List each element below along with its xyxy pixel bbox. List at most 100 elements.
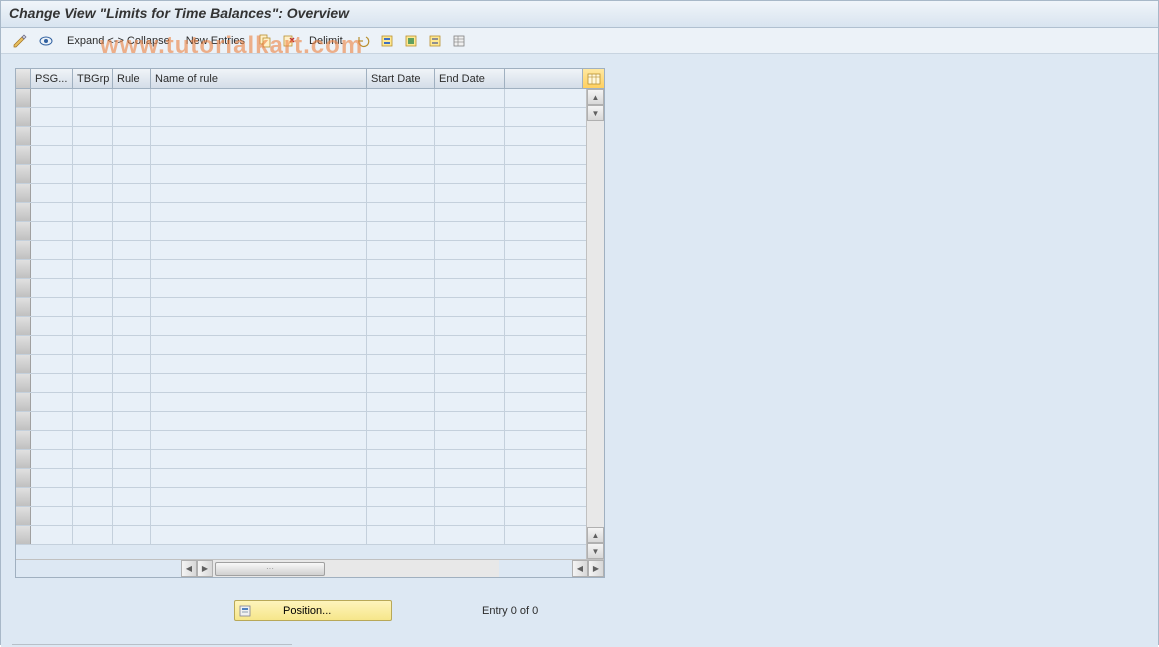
- cell-tbgrp[interactable]: [73, 241, 113, 259]
- cell-tbgrp[interactable]: [73, 526, 113, 544]
- row-selector[interactable]: [16, 355, 31, 373]
- row-selector[interactable]: [16, 260, 31, 278]
- cell-end-date[interactable]: [435, 526, 505, 544]
- hscroll-thumb[interactable]: ···: [215, 562, 325, 576]
- row-selector[interactable]: [16, 374, 31, 392]
- cell-name[interactable]: [151, 317, 367, 335]
- cell-tbgrp[interactable]: [73, 412, 113, 430]
- scroll-right-icon[interactable]: ▶: [197, 560, 213, 577]
- cell-end-date[interactable]: [435, 203, 505, 221]
- cell-start-date[interactable]: [367, 393, 435, 411]
- row-selector[interactable]: [16, 89, 31, 107]
- cell-rule[interactable]: [113, 336, 151, 354]
- cell-start-date[interactable]: [367, 89, 435, 107]
- cell-end-date[interactable]: [435, 146, 505, 164]
- cell-end-date[interactable]: [435, 89, 505, 107]
- cell-psg[interactable]: [31, 431, 73, 449]
- table-row[interactable]: [16, 317, 586, 336]
- deselect-all-icon[interactable]: [425, 32, 445, 50]
- cell-tbgrp[interactable]: [73, 298, 113, 316]
- cell-psg[interactable]: [31, 184, 73, 202]
- cell-psg[interactable]: [31, 317, 73, 335]
- cell-tbgrp[interactable]: [73, 108, 113, 126]
- row-selector[interactable]: [16, 298, 31, 316]
- cell-end-date[interactable]: [435, 108, 505, 126]
- cell-psg[interactable]: [31, 393, 73, 411]
- cell-start-date[interactable]: [367, 488, 435, 506]
- cell-tbgrp[interactable]: [73, 374, 113, 392]
- cell-rule[interactable]: [113, 317, 151, 335]
- cell-tbgrp[interactable]: [73, 89, 113, 107]
- row-selector[interactable]: [16, 146, 31, 164]
- cell-psg[interactable]: [31, 469, 73, 487]
- table-row[interactable]: [16, 260, 586, 279]
- cell-end-date[interactable]: [435, 241, 505, 259]
- cell-start-date[interactable]: [367, 222, 435, 240]
- table-row[interactable]: [16, 526, 586, 545]
- cell-start-date[interactable]: [367, 374, 435, 392]
- row-selector[interactable]: [16, 393, 31, 411]
- cell-name[interactable]: [151, 146, 367, 164]
- cell-end-date[interactable]: [435, 165, 505, 183]
- cell-rule[interactable]: [113, 507, 151, 525]
- cell-start-date[interactable]: [367, 203, 435, 221]
- cell-start-date[interactable]: [367, 507, 435, 525]
- scroll-right-end-icon[interactable]: ▶: [588, 560, 604, 577]
- cell-rule[interactable]: [113, 298, 151, 316]
- row-selector[interactable]: [16, 336, 31, 354]
- expand-collapse-button[interactable]: Expand <-> Collapse: [61, 33, 176, 49]
- cell-start-date[interactable]: [367, 279, 435, 297]
- cell-tbgrp[interactable]: [73, 488, 113, 506]
- row-selector[interactable]: [16, 450, 31, 468]
- row-selector[interactable]: [16, 241, 31, 259]
- row-selector[interactable]: [16, 526, 31, 544]
- cell-end-date[interactable]: [435, 317, 505, 335]
- table-row[interactable]: [16, 279, 586, 298]
- cell-end-date[interactable]: [435, 355, 505, 373]
- cell-tbgrp[interactable]: [73, 431, 113, 449]
- cell-rule[interactable]: [113, 526, 151, 544]
- cell-end-date[interactable]: [435, 184, 505, 202]
- column-header-tbgrp[interactable]: TBGrp: [73, 69, 113, 88]
- cell-psg[interactable]: [31, 203, 73, 221]
- cell-name[interactable]: [151, 108, 367, 126]
- cell-psg[interactable]: [31, 241, 73, 259]
- row-selector[interactable]: [16, 469, 31, 487]
- cell-start-date[interactable]: [367, 469, 435, 487]
- cell-psg[interactable]: [31, 526, 73, 544]
- undo-icon[interactable]: [353, 32, 373, 50]
- vertical-scrollbar[interactable]: ▲ ▼ ▲ ▼: [586, 89, 604, 559]
- table-row[interactable]: [16, 412, 586, 431]
- cell-name[interactable]: [151, 203, 367, 221]
- cell-psg[interactable]: [31, 279, 73, 297]
- table-select-all-header[interactable]: [16, 69, 31, 88]
- scroll-up-icon[interactable]: ▲: [587, 89, 604, 105]
- delimit-button[interactable]: Delimit: [303, 33, 349, 49]
- cell-rule[interactable]: [113, 127, 151, 145]
- cell-psg[interactable]: [31, 298, 73, 316]
- cell-rule[interactable]: [113, 412, 151, 430]
- cell-start-date[interactable]: [367, 108, 435, 126]
- row-selector[interactable]: [16, 317, 31, 335]
- cell-end-date[interactable]: [435, 336, 505, 354]
- cell-tbgrp[interactable]: [73, 222, 113, 240]
- table-settings-icon[interactable]: [449, 32, 469, 50]
- cell-psg[interactable]: [31, 222, 73, 240]
- cell-name[interactable]: [151, 526, 367, 544]
- cell-start-date[interactable]: [367, 526, 435, 544]
- table-row[interactable]: [16, 184, 586, 203]
- cell-start-date[interactable]: [367, 336, 435, 354]
- table-row[interactable]: [16, 127, 586, 146]
- row-selector[interactable]: [16, 412, 31, 430]
- cell-rule[interactable]: [113, 203, 151, 221]
- cell-rule[interactable]: [113, 146, 151, 164]
- table-row[interactable]: [16, 165, 586, 184]
- toggle-edit-icon[interactable]: [9, 32, 31, 50]
- cell-end-date[interactable]: [435, 127, 505, 145]
- scroll-down-end-icon[interactable]: ▼: [587, 543, 604, 559]
- select-all-icon[interactable]: [377, 32, 397, 50]
- cell-end-date[interactable]: [435, 374, 505, 392]
- table-row[interactable]: [16, 431, 586, 450]
- row-selector[interactable]: [16, 127, 31, 145]
- cell-end-date[interactable]: [435, 450, 505, 468]
